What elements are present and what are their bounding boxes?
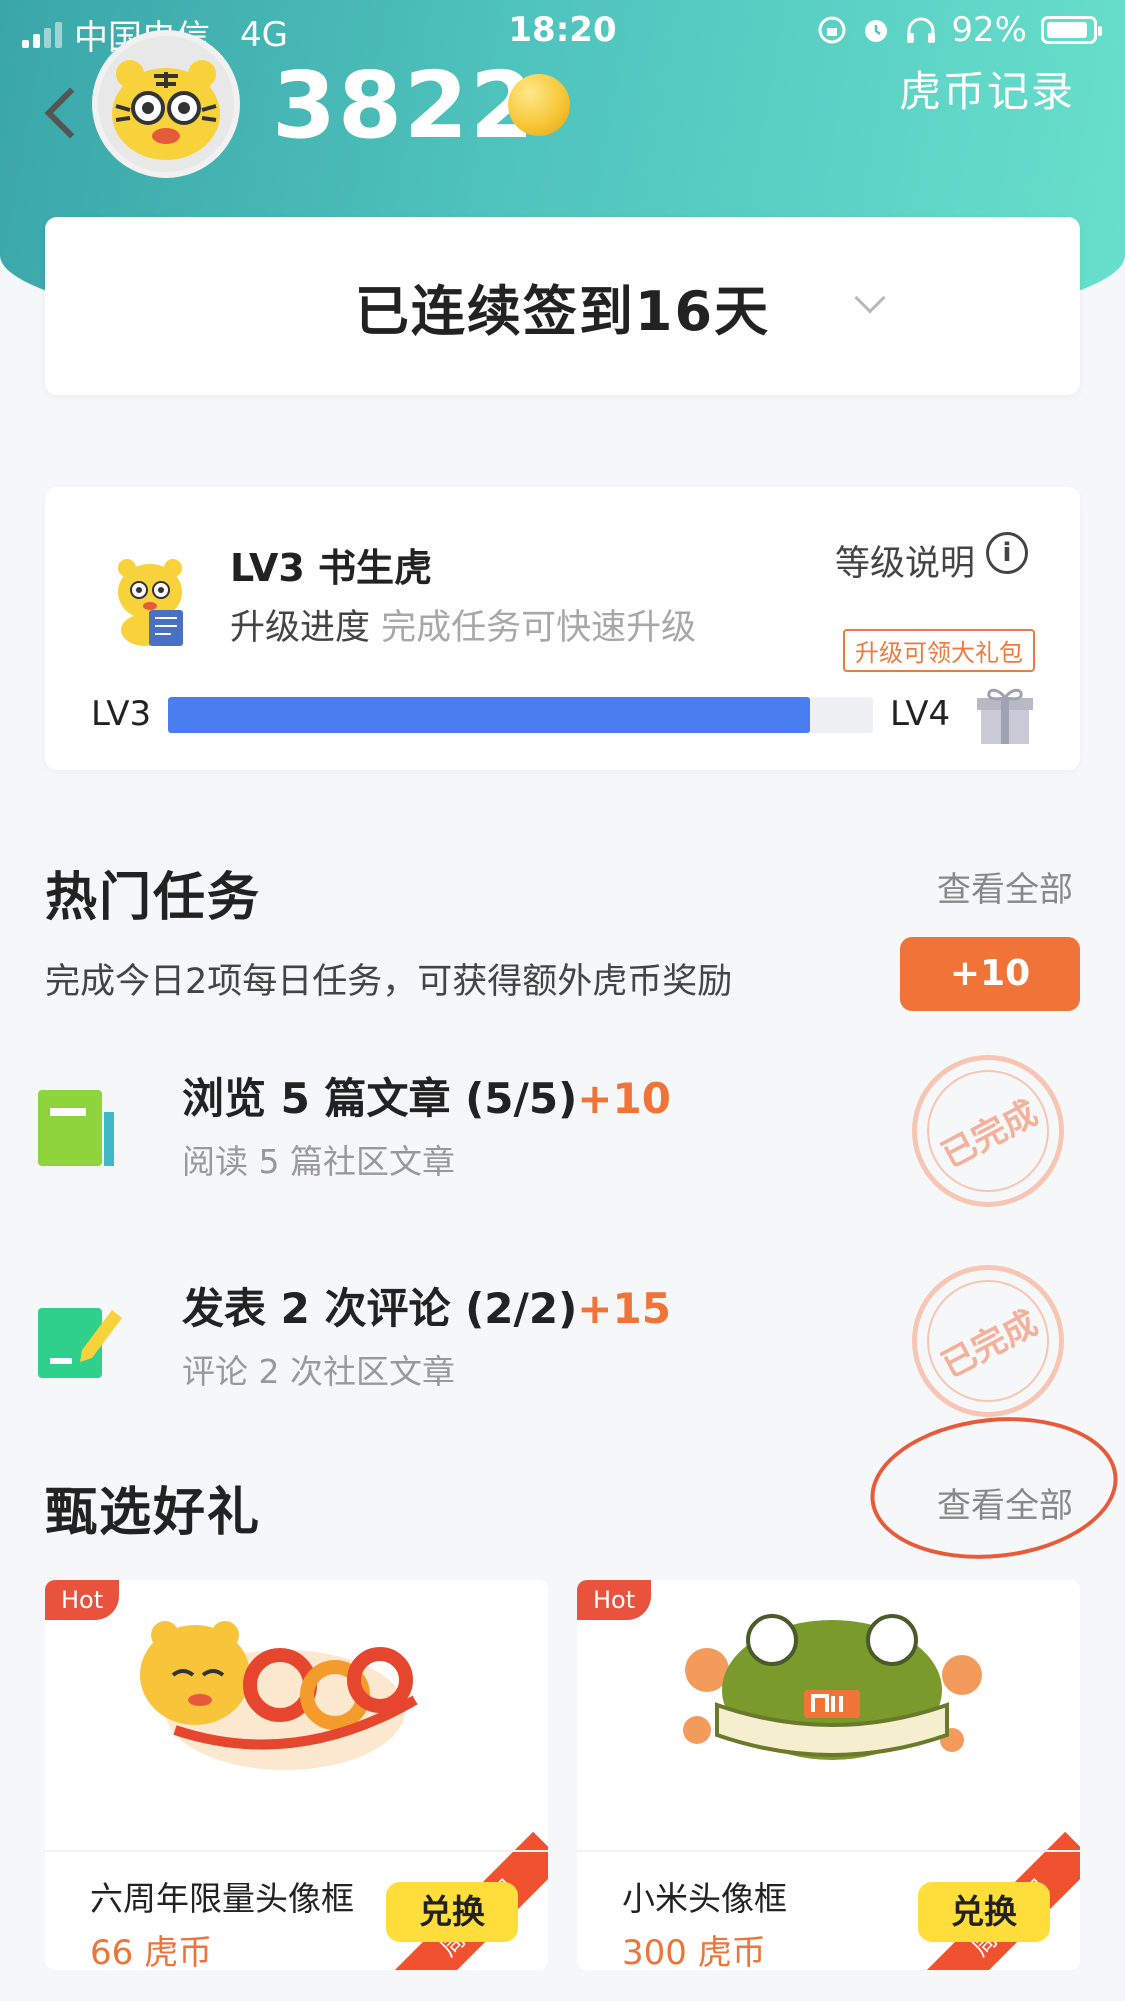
bonus-reward-button[interactable]: +10	[900, 937, 1080, 1011]
gifts-title: 甄选好礼	[45, 1483, 262, 1543]
exchange-button[interactable]: 兑换	[918, 1882, 1050, 1942]
hot-tasks-title: 热门任务	[45, 868, 262, 928]
scholar-tiger-icon	[118, 559, 183, 646]
coin-balance: 3822	[272, 52, 537, 159]
bonus-description: 完成今日2项每日任务，可获得额外虎币奖励	[45, 962, 733, 1002]
task-subtitle: 阅读 5 篇社区文章	[182, 1142, 455, 1181]
gift-tip-badge: 升级可领大礼包	[843, 629, 1035, 672]
coin-icon	[508, 74, 570, 136]
task-item-browse[interactable]: 浏览 5 篇文章 (5/5)+10 阅读 5 篇社区文章 已完成	[0, 1055, 1125, 1215]
signin-streak-text: 已连续签到16天	[354, 279, 771, 343]
gift-name: 小米头像框	[622, 1879, 787, 1918]
level-explain-link[interactable]: 等级说明	[835, 535, 975, 586]
level-card: LV3 书生虎 升级进度 完成任务可快速升级 等级说明 i LV3 LV4 升级…	[45, 487, 1080, 770]
xiaomi-frog-icon	[683, 1614, 982, 1760]
coin-record-link[interactable]: 虎币记录	[899, 58, 1075, 119]
tiger-666-icon	[140, 1621, 418, 1770]
card-divider	[577, 1850, 1080, 1852]
status-right: 92%	[817, 10, 1102, 50]
exchange-button[interactable]: 兑换	[386, 1882, 518, 1942]
edit-note-icon	[38, 1308, 122, 1378]
red-annotation-circle	[863, 1405, 1125, 1571]
book-icon	[38, 1090, 114, 1166]
gift-image	[45, 1580, 548, 1850]
avatar[interactable]	[92, 30, 240, 178]
task-reward: +10	[577, 1074, 671, 1123]
headphones-icon	[907, 17, 936, 43]
rotation-lock-icon	[818, 16, 846, 44]
info-icon[interactable]: i	[986, 532, 1028, 574]
level-progress-fill	[168, 697, 810, 733]
gift-box-icon[interactable]	[975, 682, 1035, 746]
gift-image	[577, 1580, 1080, 1850]
task-subtitle: 评论 2 次社区文章	[182, 1352, 455, 1391]
signin-card[interactable]: 已连续签到16天	[45, 217, 1080, 395]
battery-icon	[1041, 16, 1102, 44]
task-title: 发表 2 次评论 (2/2)+15	[182, 1284, 671, 1333]
chevron-down-icon[interactable]	[854, 282, 886, 314]
completed-stamp: 已完成	[912, 1055, 1064, 1207]
gift-card-xiaomi-frame[interactable]: Hot 周年大促 小米头像框 300 虎币 兑换	[577, 1580, 1080, 1970]
current-level-label: LV3	[91, 694, 152, 734]
hot-tasks-see-all[interactable]: 查看全部	[937, 862, 1073, 911]
gift-price: 300 虎币	[622, 1933, 766, 1970]
gift-name: 六周年限量头像框	[90, 1879, 354, 1918]
hot-badge: Hot	[45, 1580, 120, 1620]
progress-label: 升级进度	[230, 608, 371, 648]
level-name: LV3 书生虎	[230, 546, 433, 590]
battery-percent: 92%	[951, 10, 1027, 50]
progress-hint: 完成任务可快速升级	[381, 608, 697, 648]
task-item-comment[interactable]: 发表 2 次评论 (2/2)+15 评论 2 次社区文章 已完成	[0, 1265, 1125, 1425]
task-reward: +15	[577, 1284, 671, 1333]
level-progress-label: 升级进度 完成任务可快速升级	[230, 599, 696, 650]
level-progress-bar	[168, 697, 873, 733]
next-level-label: LV4	[890, 694, 951, 734]
alarm-icon	[865, 20, 888, 42]
gift-price: 66 虎币	[90, 1933, 213, 1970]
hot-badge: Hot	[577, 1580, 652, 1620]
task-title: 浏览 5 篇文章 (5/5)+10	[182, 1074, 671, 1123]
gift-card-six-year-frame[interactable]: Hot 周年大促 六周年限量头像框 66 虎币 兑换	[45, 1580, 548, 1970]
completed-stamp: 已完成	[912, 1265, 1064, 1417]
battery-fill	[1047, 22, 1088, 38]
tiger-avatar-icon	[112, 60, 220, 160]
card-divider	[45, 1850, 548, 1852]
